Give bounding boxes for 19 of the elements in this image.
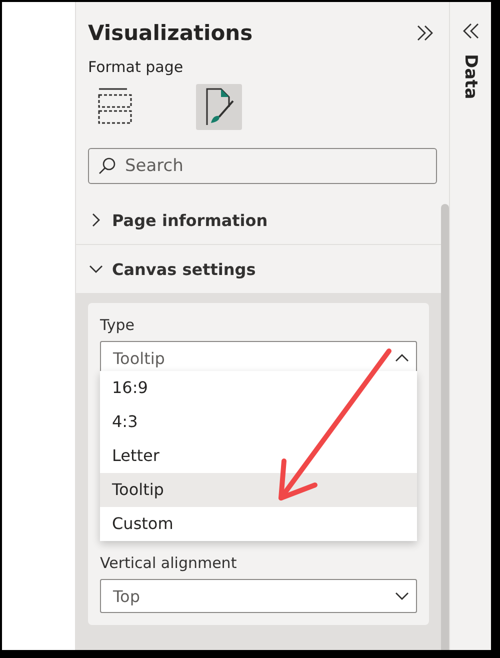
collapse-icon[interactable] [415, 23, 435, 43]
table-layout-icon [97, 87, 133, 127]
pane-title[interactable]: Data [460, 54, 480, 100]
alignment-dropdown[interactable]: Top [100, 579, 417, 613]
dropdown-option[interactable]: Letter [100, 439, 417, 473]
pane-tab[interactable] [196, 84, 242, 130]
dropdown-option[interactable]: 4:3 [100, 405, 417, 439]
pane-title: Visualizations [88, 20, 253, 47]
section-header[interactable]: Page information [112, 210, 268, 230]
dropdown-option[interactable]: Tooltip [100, 473, 417, 507]
section-header[interactable]: Canvas settings [112, 260, 256, 278]
dropdown-option[interactable]: Custom [100, 507, 417, 541]
scrollbar[interactable] [441, 204, 449, 650]
pane-subtitle: Format page [87, 57, 184, 78]
field-label: Vertical alignment [100, 553, 238, 573]
search-field[interactable]: Search [88, 148, 437, 184]
field-label: Type [100, 315, 136, 335]
search-icon [98, 157, 116, 175]
expand-icon[interactable] [462, 22, 480, 40]
